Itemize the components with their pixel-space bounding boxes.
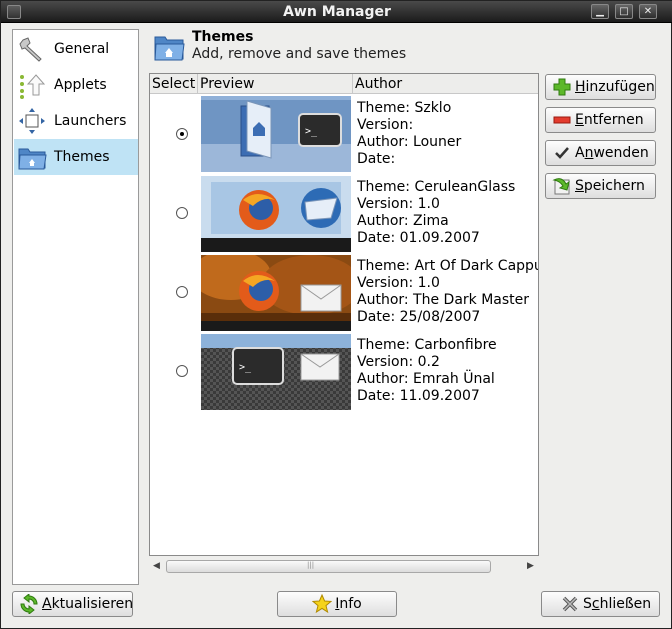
theme-date: Date: xyxy=(357,151,396,167)
column-header-select[interactable]: Select xyxy=(150,74,198,94)
theme-preview-image: >_ xyxy=(201,334,351,410)
theme-row[interactable]: Theme: Art Of Dark Cappuc Version: 1.0 A… xyxy=(150,254,538,333)
theme-author: Author: Zima xyxy=(357,213,449,229)
theme-info: Theme: Art Of Dark Cappuc Version: 1.0 A… xyxy=(357,258,539,326)
themes-folder-icon xyxy=(16,141,48,173)
theme-version: Version: 1.0 xyxy=(357,275,440,291)
info-button[interactable]: Info xyxy=(277,591,397,617)
close-button[interactable]: Schließen xyxy=(541,591,660,617)
close-window-icon[interactable]: ✕ xyxy=(639,4,657,19)
theme-info: Theme: Carbonfibre Version: 0.2 Author: … xyxy=(357,337,538,405)
theme-row[interactable]: >_ Theme: Carbonfibre Version: 0.2 Autho… xyxy=(150,333,538,412)
sidebar-item-launchers[interactable]: Launchers xyxy=(14,103,138,139)
theme-radio[interactable] xyxy=(176,365,188,377)
theme-date: Date: 25/08/2007 xyxy=(357,309,481,325)
sidebar-item-label: General xyxy=(54,41,110,57)
sidebar-item-themes[interactable]: Themes xyxy=(14,139,138,175)
scrollbar-grip-icon: ||| xyxy=(307,561,315,569)
close-x-icon xyxy=(560,594,580,614)
theme-preview-image xyxy=(201,255,351,331)
refresh-button[interactable]: Aktualisieren xyxy=(12,591,133,617)
save-theme-button[interactable]: Speichern xyxy=(545,173,656,199)
themes-header-icon xyxy=(153,31,185,63)
theme-radio[interactable] xyxy=(176,207,188,219)
theme-date: Date: 01.09.2007 xyxy=(357,230,480,246)
wrench-icon xyxy=(16,33,48,65)
theme-radio[interactable] xyxy=(176,286,188,298)
theme-version: Version: 0.2 xyxy=(357,354,440,370)
plus-icon xyxy=(552,77,572,97)
theme-author: Author: Louner xyxy=(357,134,462,150)
scrollbar-thumb[interactable] xyxy=(166,560,491,573)
remove-theme-button[interactable]: Entfernen xyxy=(545,107,656,133)
theme-preview-image xyxy=(201,176,351,252)
save-arrow-icon xyxy=(552,176,572,196)
scroll-left-icon[interactable]: ◀ xyxy=(153,561,160,571)
svg-text:>_: >_ xyxy=(305,126,318,137)
theme-info: Theme: CeruleanGlass Version: 1.0 Author… xyxy=(357,179,538,247)
themes-list: Select Preview Author >_ Theme: Szklo Ve… xyxy=(149,73,539,556)
minimize-icon[interactable]: ▁ xyxy=(591,4,609,19)
horizontal-scrollbar[interactable]: ◀ ||| ▶ xyxy=(149,558,539,575)
theme-name: Theme: Art Of Dark Cappuc xyxy=(357,258,539,274)
page-subtitle: Add, remove and save themes xyxy=(192,46,407,62)
theme-name: Theme: Carbonfibre xyxy=(357,337,497,353)
checkmark-icon xyxy=(552,143,572,163)
maximize-icon[interactable]: □ xyxy=(615,4,633,19)
sidebar-item-label: Launchers xyxy=(54,113,127,129)
add-theme-button[interactable]: Hinzufügen xyxy=(545,74,656,100)
page-title: Themes xyxy=(192,29,254,45)
svg-text:>_: >_ xyxy=(239,362,252,373)
column-header-preview[interactable]: Preview xyxy=(198,74,353,94)
theme-row[interactable]: >_ Theme: Szklo Version: Author: Louner … xyxy=(150,96,538,175)
applets-arrow-icon xyxy=(16,69,48,101)
title-bar[interactable]: Awn Manager ▁ □ ✕ xyxy=(1,1,672,23)
column-header-author[interactable]: Author xyxy=(353,74,538,94)
scroll-right-icon[interactable]: ▶ xyxy=(527,561,534,571)
theme-version: Version: 1.0 xyxy=(357,196,440,212)
sidebar-item-label: Applets xyxy=(54,77,107,93)
theme-author: Author: Emrah Ünal xyxy=(357,371,495,387)
theme-author: Author: The Dark Master xyxy=(357,292,530,308)
sidebar-item-general[interactable]: General xyxy=(14,31,138,67)
theme-row[interactable]: Theme: CeruleanGlass Version: 1.0 Author… xyxy=(150,175,538,254)
apply-theme-button[interactable]: Anwenden xyxy=(545,140,656,166)
sidebar-item-applets[interactable]: Applets xyxy=(14,67,138,103)
star-icon xyxy=(312,594,333,614)
theme-radio[interactable] xyxy=(176,128,188,140)
theme-date: Date: 11.09.2007 xyxy=(357,388,480,404)
theme-preview-image: >_ xyxy=(201,96,351,172)
sidebar: General Applets Launchers Themes xyxy=(12,29,139,585)
theme-name: Theme: Szklo xyxy=(357,100,452,116)
sidebar-item-label: Themes xyxy=(54,149,110,165)
list-header: Select Preview Author xyxy=(150,74,538,94)
launchers-move-icon xyxy=(16,105,48,137)
refresh-icon xyxy=(19,594,39,614)
window-title: Awn Manager xyxy=(283,4,391,20)
awn-manager-window: Awn Manager ▁ □ ✕ General Applets Launch… xyxy=(0,0,672,629)
minus-icon xyxy=(552,110,572,130)
theme-name: Theme: CeruleanGlass xyxy=(357,179,516,195)
theme-info: Theme: Szklo Version: Author: Louner Dat… xyxy=(357,100,538,168)
theme-version: Version: xyxy=(357,117,414,133)
